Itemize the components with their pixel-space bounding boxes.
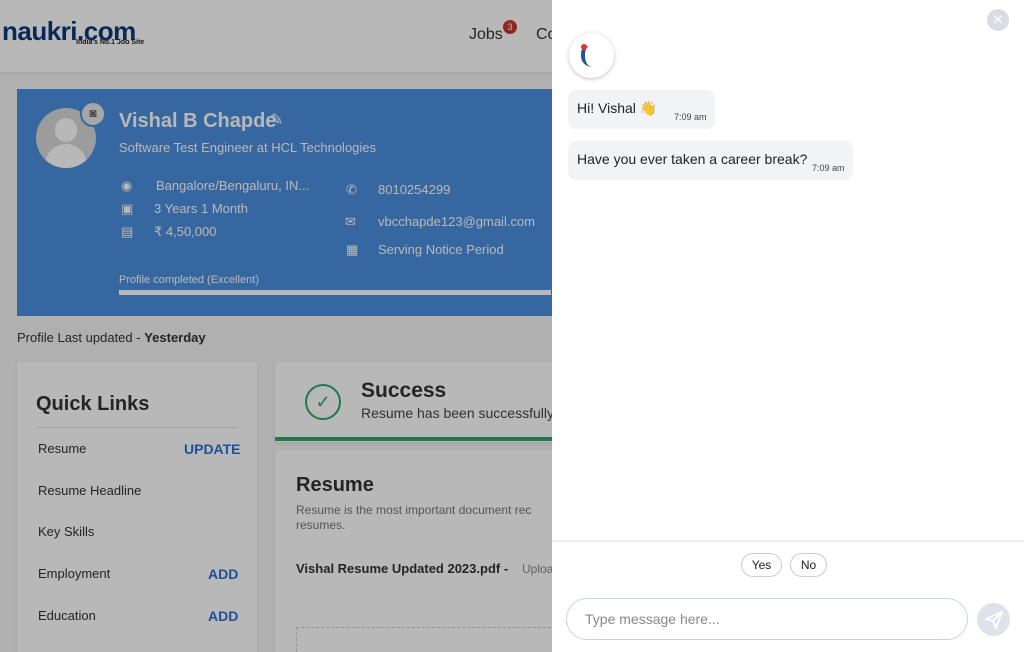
option-yes-button[interactable]: Yes xyxy=(741,553,782,577)
chat-message-text: Hi! Vishal 👋 xyxy=(577,100,658,116)
message-input[interactable] xyxy=(566,598,968,640)
chat-message-time: 7:09 am xyxy=(674,112,707,122)
chat-message-text: Have you ever taken a career break? xyxy=(577,151,808,167)
bot-logo-dot xyxy=(581,44,587,50)
chat-message: Have you ever taken a career break? 7:09… xyxy=(568,141,853,180)
chat-message-time: 7:09 am xyxy=(812,163,845,173)
chat-divider xyxy=(552,540,1024,542)
close-icon[interactable]: ✕ xyxy=(987,9,1009,31)
send-icon xyxy=(984,610,1003,629)
send-button[interactable] xyxy=(977,603,1010,636)
chatbot-avatar xyxy=(569,33,614,78)
chat-message: Hi! Vishal 👋 7:09 am xyxy=(568,90,715,129)
option-no-button[interactable]: No xyxy=(790,553,827,577)
